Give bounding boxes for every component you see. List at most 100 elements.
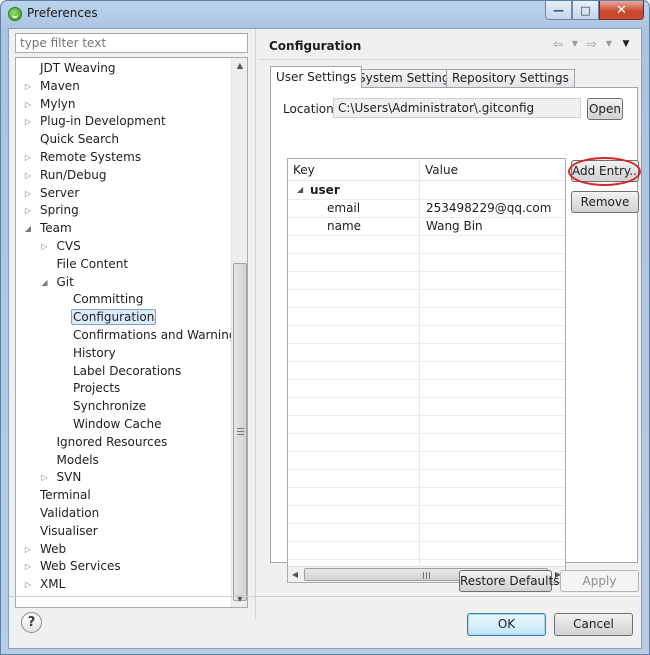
collapsed-arrow-icon[interactable]: ▷ <box>41 238 49 255</box>
tree-item[interactable]: Terminal <box>38 487 93 504</box>
scroll-thumb[interactable] <box>233 263 247 601</box>
table-row[interactable]: email 253498229@qq.com <box>288 200 565 218</box>
collapsed-arrow-icon[interactable]: ▷ <box>24 558 32 575</box>
tree-item[interactable]: Confirmations and Warnings <box>71 327 245 344</box>
scroll-up-arrow-icon[interactable]: ▲ <box>232 58 247 74</box>
back-dropdown-icon[interactable]: ▼ <box>568 37 582 51</box>
tree-item[interactable]: ◢ Team <box>25 220 74 237</box>
empty-table-row <box>288 434 565 452</box>
remove-button[interactable]: Remove <box>571 191 639 213</box>
tree-item[interactable]: Label Decorations <box>71 363 183 380</box>
tree-item[interactable]: ▷ Plug-in Development <box>25 113 168 130</box>
tree-item[interactable]: Committing <box>71 291 145 308</box>
tree-item[interactable]: ▷ Server <box>25 185 81 202</box>
forward-arrow-icon[interactable]: ⇨ <box>585 37 599 51</box>
location-label: Location: <box>283 102 338 116</box>
tree-item[interactable]: Configuration <box>71 309 157 326</box>
tree-item[interactable]: ▷ Web <box>25 541 68 558</box>
tree-item-label: Projects <box>73 381 121 396</box>
help-icon[interactable]: ? <box>21 612 42 633</box>
empty-table-row <box>288 542 565 560</box>
tree-item[interactable]: File Content <box>55 256 131 273</box>
tree-item-label: Label Decorations <box>73 363 182 378</box>
collapsed-arrow-icon[interactable]: ▷ <box>24 541 32 558</box>
empty-table-row <box>288 380 565 398</box>
maximize-button[interactable]: □ <box>572 1 599 20</box>
expanded-arrow-icon[interactable]: ◢ <box>24 220 32 237</box>
tree-item-label: Models <box>56 452 99 467</box>
collapsed-arrow-icon[interactable]: ▷ <box>24 576 32 593</box>
tree-item[interactable]: Quick Search <box>38 131 121 148</box>
apply-button[interactable]: Apply <box>560 570 639 592</box>
tree-item[interactable]: ▷ Run/Debug <box>25 167 109 184</box>
config-key: name <box>327 219 362 233</box>
tree-item-label: Server <box>40 185 80 200</box>
tree-item[interactable]: Synchronize <box>71 398 148 415</box>
title-bar[interactable]: Preferences — □ ✕ <box>1 1 649 27</box>
tree-item[interactable]: Validation <box>38 505 101 522</box>
pane-sash[interactable] <box>255 29 256 619</box>
collapsed-arrow-icon[interactable]: ▷ <box>24 167 32 184</box>
column-header-key[interactable]: Key <box>293 163 315 177</box>
collapsed-arrow-icon[interactable]: ▷ <box>24 96 32 113</box>
tree-item[interactable]: ▷ XML <box>25 576 67 593</box>
config-key: email <box>327 201 361 215</box>
tree-item[interactable]: ▷ CVS <box>41 238 83 255</box>
tree-item-label: CVS <box>56 239 81 253</box>
column-header-value[interactable]: Value <box>425 163 458 177</box>
empty-table-row <box>288 524 565 542</box>
filter-input[interactable] <box>15 33 248 53</box>
forward-dropdown-icon[interactable]: ▼ <box>602 37 616 51</box>
tree-item-label: Web Services <box>40 559 121 574</box>
tree-item[interactable]: History <box>71 345 118 362</box>
tree-item[interactable]: ▷ SVN <box>41 469 84 486</box>
empty-table-row <box>288 398 565 416</box>
collapsed-arrow-icon[interactable]: ▷ <box>24 149 32 166</box>
tree-vertical-scrollbar[interactable]: ▲ ▼ <box>231 58 247 607</box>
add-entry-button[interactable]: Add Entry... <box>571 160 641 182</box>
scroll-down-arrow-icon[interactable]: ▼ <box>232 591 247 607</box>
tree-item-label: Window Cache <box>73 417 162 431</box>
preferences-tree: JDT Weaving ▷ Maven ▷ Mylyn ▷ Plug-in Developm… <box>15 57 248 608</box>
tab-user-settings[interactable]: User Settings <box>270 66 363 88</box>
tree-item-label: Confirmations and Warnings <box>73 328 243 342</box>
ok-button[interactable]: OK <box>467 613 546 636</box>
collapsed-arrow-icon[interactable]: ▷ <box>24 113 32 130</box>
tree-item[interactable]: ▷ Mylyn <box>25 96 78 113</box>
tree-item[interactable]: Models <box>55 452 101 469</box>
minimize-button[interactable]: — <box>545 1 572 20</box>
empty-table-row <box>288 344 565 362</box>
tree-item-label: Plug-in Development <box>40 114 166 129</box>
tree-item[interactable]: Projects <box>71 380 122 397</box>
collapsed-arrow-icon[interactable]: ▷ <box>24 78 32 95</box>
tree-item[interactable]: ▷ Spring <box>25 202 81 219</box>
collapsed-arrow-icon[interactable]: ▷ <box>41 469 49 486</box>
tree-item[interactable]: Window Cache <box>71 416 163 433</box>
tree-item[interactable]: Visualiser <box>38 523 100 540</box>
cancel-button[interactable]: Cancel <box>554 613 633 636</box>
expanded-arrow-icon[interactable]: ◢ <box>297 185 303 194</box>
collapsed-arrow-icon[interactable]: ▷ <box>24 185 32 202</box>
table-row[interactable]: ◢ user <box>288 182 565 200</box>
tree-item[interactable]: ▷ Web Services <box>25 558 123 575</box>
restore-defaults-button[interactable]: Restore Defaults <box>459 570 559 592</box>
tree-item-label: Synchronize <box>73 399 147 414</box>
collapsed-arrow-icon[interactable]: ▷ <box>24 202 32 219</box>
tree-item[interactable]: ▷ Remote Systems <box>25 149 143 166</box>
open-button[interactable]: Open <box>587 98 623 120</box>
tree-item[interactable]: ◢ Git <box>41 274 76 291</box>
scroll-left-arrow-icon[interactable]: ◀ <box>288 567 302 582</box>
back-arrow-icon[interactable]: ⇦ <box>551 37 565 51</box>
tree-item[interactable]: ▷ Maven <box>25 78 82 95</box>
tree-item[interactable]: Ignored Resources <box>55 434 170 451</box>
close-button[interactable]: ✕ <box>599 1 644 20</box>
footer-divider <box>9 596 641 597</box>
tree-item[interactable]: JDT Weaving <box>38 60 117 77</box>
empty-table-row <box>288 470 565 488</box>
table-row[interactable]: name Wang Bin <box>288 218 565 236</box>
tab-repository-settings[interactable]: Repository Settings <box>446 69 575 88</box>
view-menu-icon[interactable]: ▼ <box>619 37 633 51</box>
preferences-window: Preferences — □ ✕ JDT Weaving ▷ Maven ▷ Myly… <box>0 0 650 655</box>
tree-item-label: JDT Weaving <box>40 61 116 75</box>
expanded-arrow-icon[interactable]: ◢ <box>41 274 49 291</box>
